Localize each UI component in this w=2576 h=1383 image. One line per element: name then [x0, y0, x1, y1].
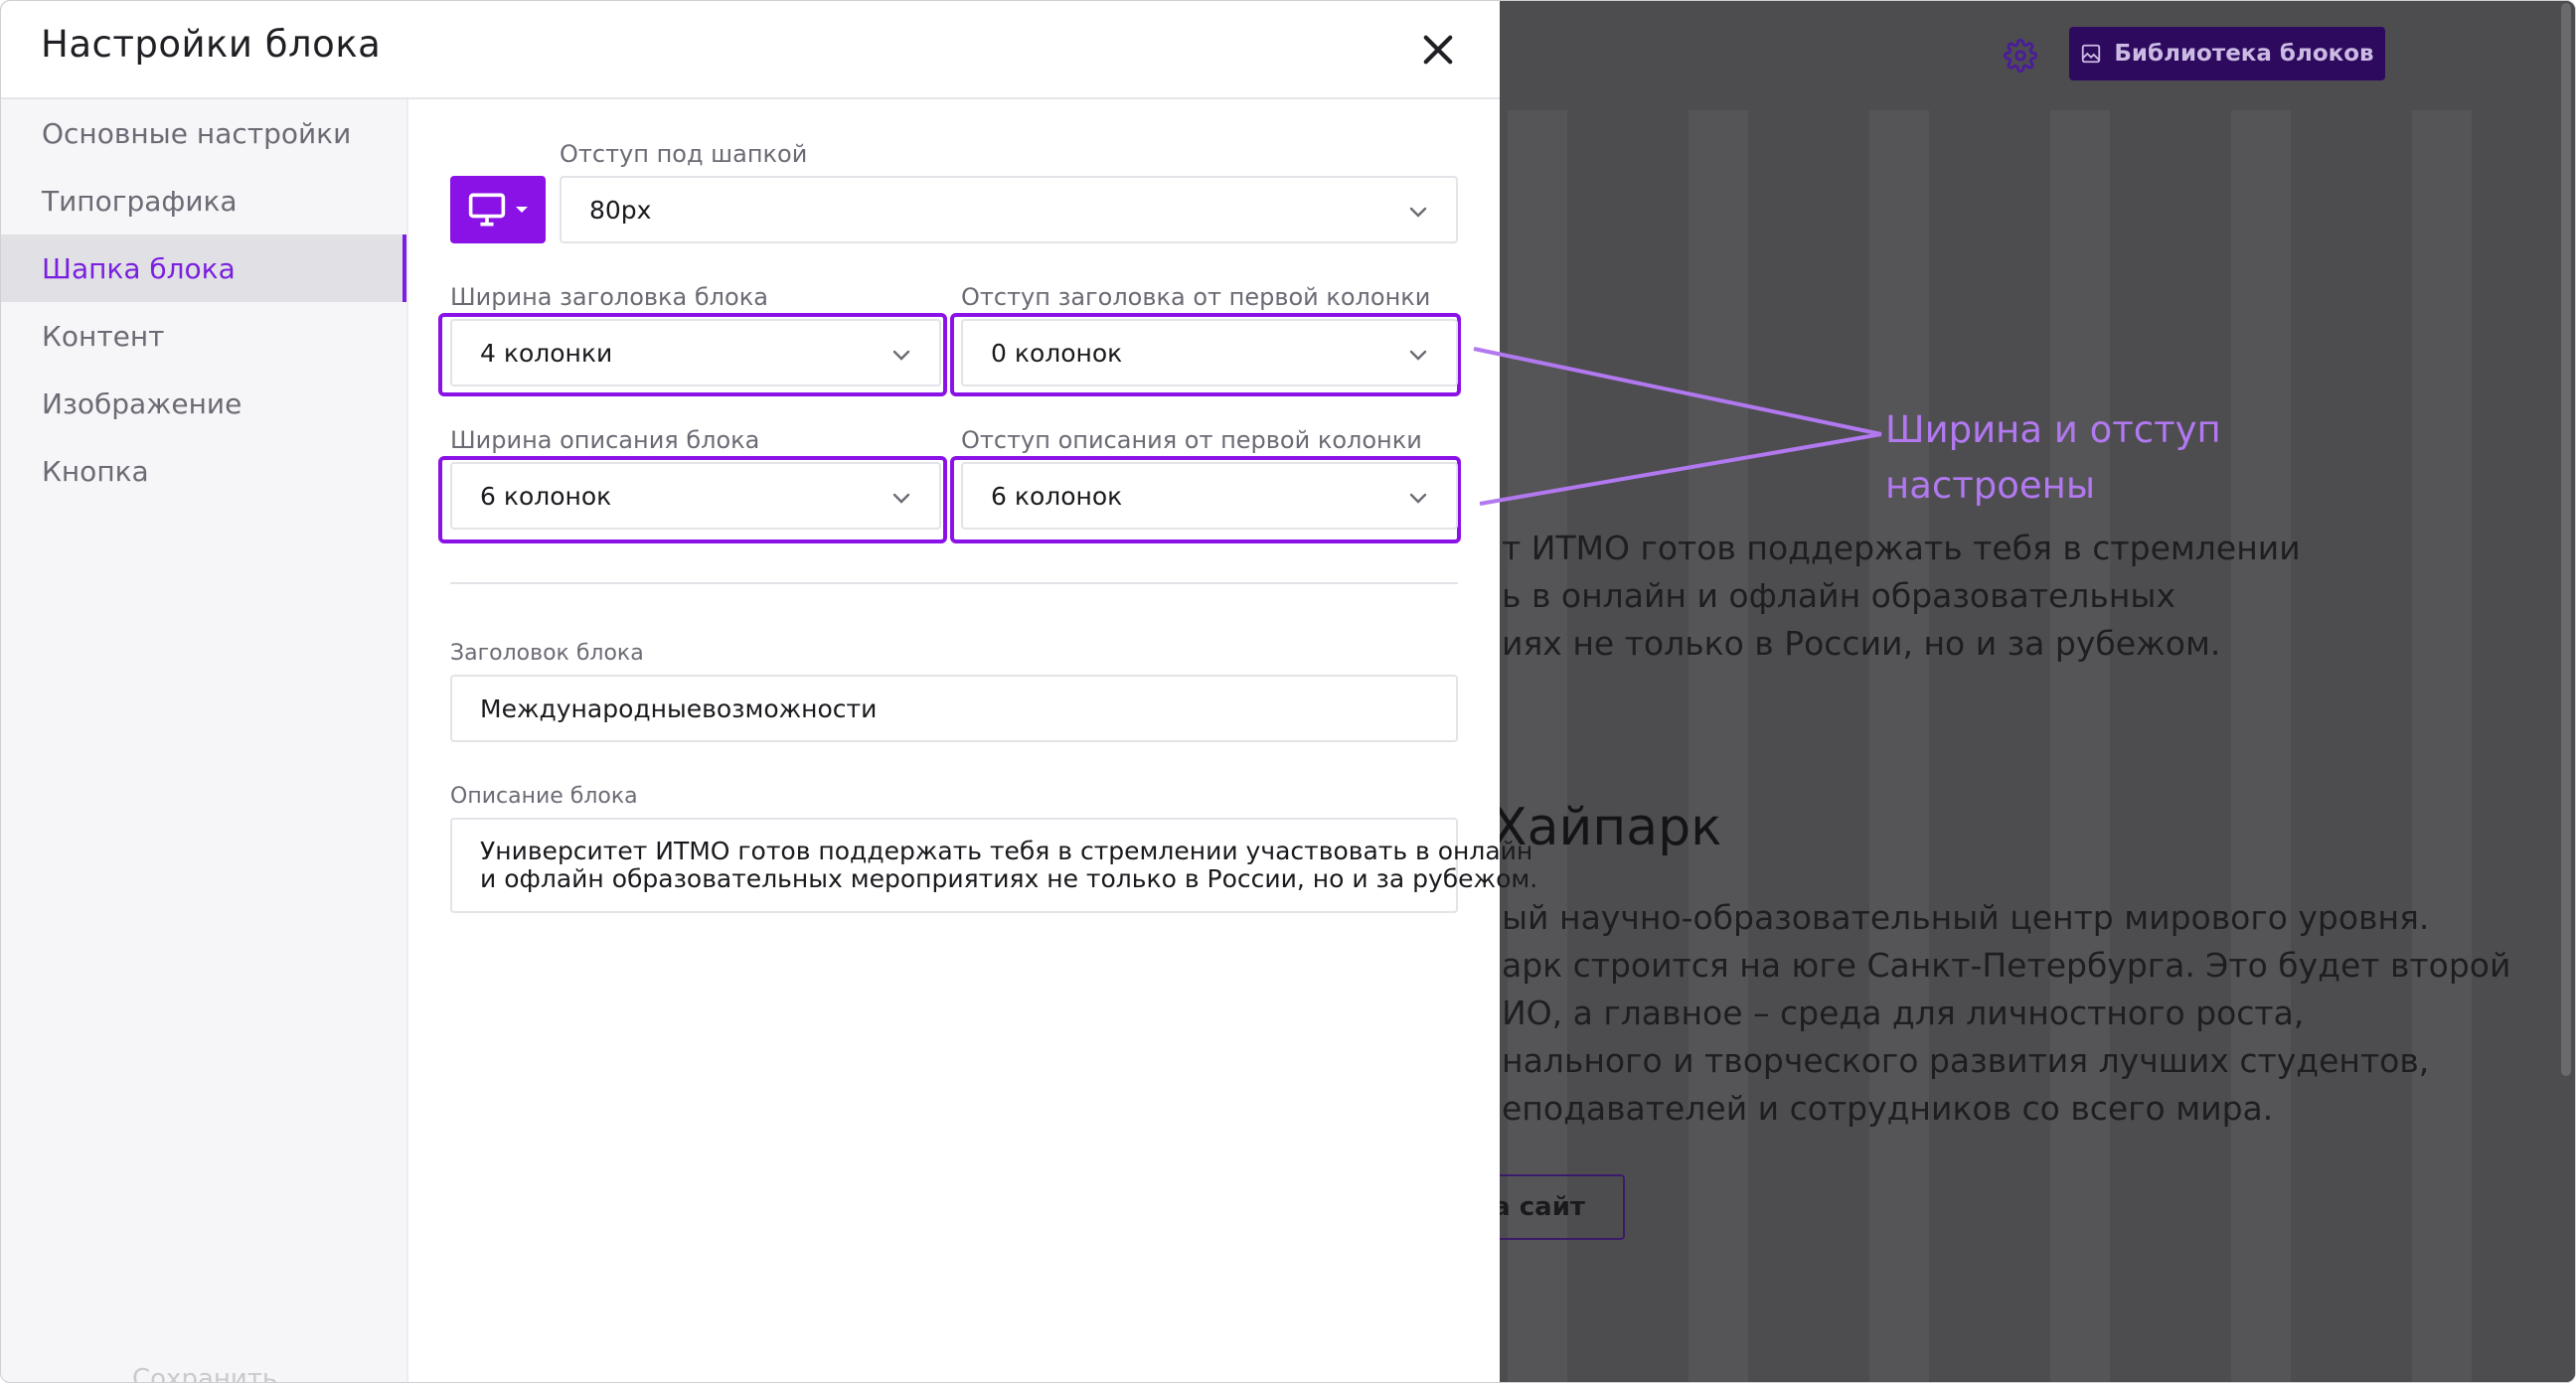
sidebar-item-label: Контент — [42, 319, 165, 353]
bg-body-line: нального и творческого развития лучших с… — [1502, 1041, 2430, 1080]
header-offset-value: 80px — [589, 195, 652, 225]
settings-sidebar: Основные настройки Типографика Шапка бло… — [1, 99, 408, 1382]
sidebar-item-block-header[interactable]: Шапка блока — [1, 234, 406, 302]
modal-title: Настройки блока — [41, 23, 382, 66]
close-icon[interactable] — [1417, 29, 1459, 71]
chevron-down-icon — [892, 493, 910, 504]
annotation-line-1: Ширина и отступ — [1885, 408, 2221, 451]
block-library-button[interactable]: Библиотека блоков — [2069, 27, 2385, 80]
grid-column — [1689, 110, 1748, 1382]
background-page — [1500, 1, 2575, 1382]
header-offset-label: Отступ под шапкой — [560, 140, 808, 168]
grid-column — [2231, 110, 2291, 1382]
desc-offset-value: 6 колонок — [991, 481, 1123, 511]
grid-column — [1869, 110, 1929, 1382]
grid-column — [2050, 110, 2110, 1382]
block-desc-line: Университет ИТМО готов поддержать тебя в… — [480, 837, 1533, 865]
bg-desc-line: т ИТМО готов поддержать тебя в стремлени… — [1502, 529, 2301, 567]
sidebar-item-button[interactable]: Кнопка — [1, 437, 406, 505]
sidebar-item-typography[interactable]: Типографика — [1, 167, 406, 234]
chevron-down-icon — [892, 350, 910, 361]
sidebar-item-image[interactable]: Изображение — [1, 370, 406, 437]
section-divider — [450, 582, 1458, 584]
desc-offset-label: Отступ описания от первой колонки — [961, 426, 1422, 454]
block-library-label: Библиотека блоков — [2114, 41, 2374, 67]
title-width-value: 4 колонки — [480, 338, 613, 368]
sidebar-item-basic[interactable]: Основные настройки — [1, 99, 406, 167]
title-offset-label: Отступ заголовка от первой колонки — [961, 283, 1431, 311]
desc-width-select[interactable]: 6 колонок — [450, 462, 941, 530]
sidebar-item-label: Типографика — [42, 184, 238, 218]
annotation-text: Ширина и отступ настроены — [1885, 402, 2221, 514]
bg-body-line: еподавателей и сотрудников со всего мира… — [1502, 1089, 2274, 1128]
sidebar-item-label: Шапка блока — [42, 251, 236, 285]
chevron-down-icon — [1409, 207, 1427, 218]
bg-body-line: арк строится на юге Санкт-Петербурга. Эт… — [1502, 946, 2511, 985]
app-window: Библиотека блоков т ИТМО готов поддержат… — [0, 0, 2576, 1383]
grid-column — [2412, 110, 2472, 1382]
sidebar-item-label: Кнопка — [42, 454, 149, 488]
sidebar-item-label: Основные настройки — [42, 116, 352, 150]
block-desc-textarea[interactable]: Университет ИТМО готов поддержать тебя в… — [450, 818, 1538, 913]
bg-body-line: ИО, а главное – среда для личностного ро… — [1502, 994, 2305, 1032]
save-button[interactable]: Сохранить — [132, 1364, 277, 1382]
title-offset-value: 0 колонок — [991, 338, 1123, 368]
block-title-value: Международныевозможности — [480, 693, 878, 723]
block-desc-line: и офлайн образовательных мероприятиях не… — [480, 864, 1538, 893]
bg-body-line: ый научно-образовательный центр мирового… — [1502, 898, 2430, 937]
title-width-select[interactable]: 4 колонки — [450, 319, 941, 386]
block-title-label: Заголовок блока — [450, 641, 644, 666]
desc-width-label: Ширина описания блока — [450, 426, 760, 454]
desc-offset-select[interactable]: 6 колонок — [961, 462, 1458, 530]
caret-down-icon — [516, 207, 528, 213]
gear-icon[interactable] — [2004, 39, 2037, 73]
title-width-label: Ширина заголовка блока — [450, 283, 768, 311]
desc-width-value: 6 колонок — [480, 481, 612, 511]
desktop-icon — [468, 193, 506, 227]
chevron-down-icon — [1409, 350, 1427, 361]
block-desc-label: Описание блока — [450, 784, 638, 809]
bg-desc-line: ь в онлайн и офлайн образовательных — [1502, 576, 2175, 615]
annotation-line-2: настроены — [1885, 464, 2096, 507]
modal-header: Настройки блока — [1, 1, 1500, 99]
title-offset-select[interactable]: 0 колонок — [961, 319, 1458, 386]
bg-desc-line: иях не только в России, но и за рубежом. — [1502, 624, 2221, 663]
sidebar-item-label: Изображение — [42, 386, 242, 420]
block-title-input[interactable]: Международныевозможности — [450, 675, 1458, 742]
header-offset-select[interactable]: 80px — [560, 176, 1458, 243]
page-scrollbar[interactable] — [2561, 3, 2571, 1076]
image-icon — [2082, 44, 2101, 64]
sidebar-item-content[interactable]: Контент — [1, 302, 406, 370]
chevron-down-icon — [1409, 493, 1427, 504]
device-switcher-button[interactable] — [450, 176, 546, 243]
